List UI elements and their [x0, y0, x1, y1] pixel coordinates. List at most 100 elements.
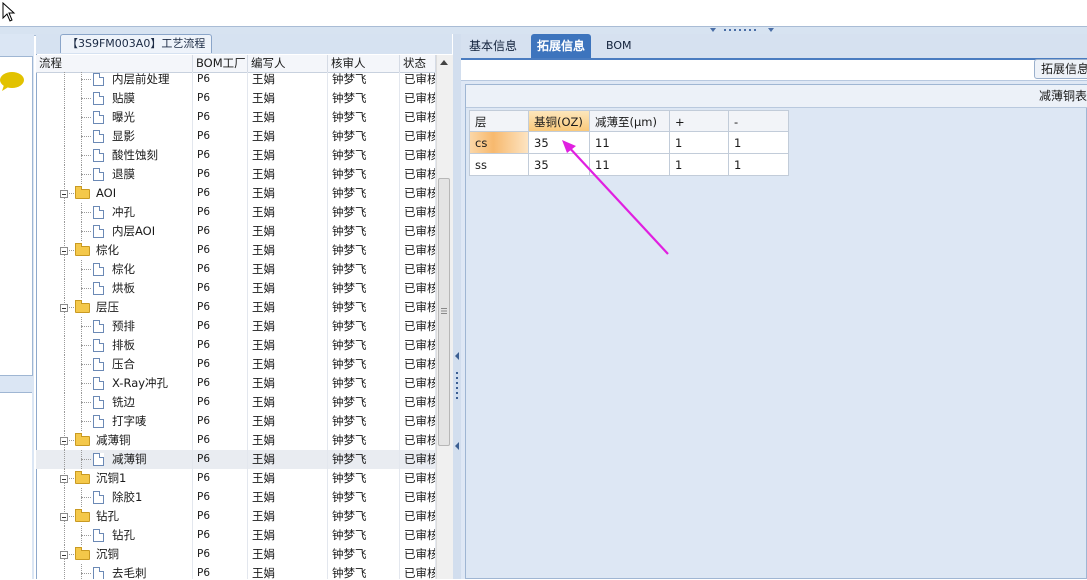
tree-node-cell[interactable]: 铣边: [36, 393, 193, 412]
tree-row[interactable]: 退膜 P6 王娟 钟梦飞 已审核: [36, 165, 436, 184]
tree-row[interactable]: 曝光 P6 王娟 钟梦飞 已审核: [36, 108, 436, 127]
collapse-toggle-icon[interactable]: [60, 190, 68, 198]
collapse-toggle-icon[interactable]: [60, 247, 68, 255]
grid-header-layer[interactable]: 层: [469, 110, 529, 132]
tree-row[interactable]: 打字唛 P6 王娟 钟梦飞 已审核: [36, 412, 436, 431]
tree-row[interactable]: 内层前处理 P6 王娟 钟梦飞 已审核: [36, 72, 436, 89]
tree-node-label: 内层AOI: [112, 224, 156, 238]
tree-node-cell[interactable]: 减薄铜: [36, 431, 193, 450]
tab-extended-info[interactable]: 拓展信息: [531, 34, 592, 58]
tree-node-cell[interactable]: 显影: [36, 127, 193, 146]
grid-header-plus[interactable]: +: [670, 110, 729, 132]
reviewer-cell: 钟梦飞: [328, 279, 400, 298]
column-header-col-bom-factory[interactable]: BOM工厂: [193, 55, 248, 72]
tree-row[interactable]: 压合 P6 王娟 钟梦飞 已审核: [36, 355, 436, 374]
grid-cell-plus[interactable]: 1: [670, 132, 729, 154]
collapse-toggle-icon[interactable]: [60, 513, 68, 521]
tree-node-cell[interactable]: 钻孔: [36, 507, 193, 526]
grid-header-thin-to[interactable]: 减薄至(μm): [590, 110, 670, 132]
tree-node-cell[interactable]: 去毛刺: [36, 564, 193, 579]
grid-cell-layer[interactable]: cs: [469, 132, 529, 154]
collapse-toggle-icon[interactable]: [60, 551, 68, 559]
column-header-col-reviewer[interactable]: 核审人: [328, 55, 400, 72]
reviewer-cell: 钟梦飞: [328, 203, 400, 222]
splitter-arrows-icon[interactable]: [454, 352, 460, 452]
tree-node-cell[interactable]: 减薄铜: [36, 450, 193, 469]
tree-node-cell[interactable]: 贴膜: [36, 89, 193, 108]
tree-node-cell[interactable]: 冲孔: [36, 203, 193, 222]
tree-node-cell[interactable]: 曝光: [36, 108, 193, 127]
tree-row[interactable]: 减薄铜 P6 王娟 钟梦飞 已审核: [36, 450, 436, 469]
tree-row[interactable]: 内层AOI P6 王娟 钟梦飞 已审核: [36, 222, 436, 241]
tree-node-cell[interactable]: 除胶1: [36, 488, 193, 507]
tree-row[interactable]: 除胶1 P6 王娟 钟梦飞 已审核: [36, 488, 436, 507]
tree-node-cell[interactable]: 酸性蚀刻: [36, 146, 193, 165]
tree-node-label: 铣边: [112, 395, 135, 409]
tree-row[interactable]: X-Ray冲孔 P6 王娟 钟梦飞 已审核: [36, 374, 436, 393]
tree-row[interactable]: 铣边 P6 王娟 钟梦飞 已审核: [36, 393, 436, 412]
column-header-col-writer[interactable]: 编写人: [248, 55, 328, 72]
tree-row[interactable]: 去毛刺 P6 王娟 钟梦飞 已审核: [36, 564, 436, 579]
tree-node-cell[interactable]: 沉铜: [36, 545, 193, 564]
tree-row[interactable]: 棕化 P6 王娟 钟梦飞 已审核: [36, 241, 436, 260]
scroll-up-arrow-icon[interactable]: [436, 55, 452, 71]
splitter-grip-icon[interactable]: [710, 27, 776, 33]
tree-node-cell[interactable]: 棕化: [36, 241, 193, 260]
tab-process-flow[interactable]: 【3S9FM003A0】工艺流程: [60, 34, 213, 53]
tree-row[interactable]: 酸性蚀刻 P6 王娟 钟梦飞 已审核: [36, 146, 436, 165]
tree-connector-line: [81, 98, 91, 99]
tree-row[interactable]: 沉铜 P6 王娟 钟梦飞 已审核: [36, 545, 436, 564]
document-icon: [93, 453, 104, 466]
tab-basic-info[interactable]: 基本信息: [463, 34, 523, 58]
grid-header-minus[interactable]: -: [729, 110, 789, 132]
tree-node-cell[interactable]: 棕化: [36, 260, 193, 279]
collapse-toggle-icon[interactable]: [60, 475, 68, 483]
reviewer-cell: 钟梦飞: [328, 184, 400, 203]
tree-node-label: 曝光: [112, 110, 135, 124]
tree-row[interactable]: 贴膜 P6 王娟 钟梦飞 已审核: [36, 89, 436, 108]
collapse-toggle-icon[interactable]: [60, 304, 68, 312]
grid-cell-minus[interactable]: 1: [729, 132, 789, 154]
bom-factory-cell: P6: [193, 146, 248, 165]
vertical-splitter[interactable]: [453, 34, 461, 579]
tree-row[interactable]: 显影 P6 王娟 钟梦飞 已审核: [36, 127, 436, 146]
tree-row[interactable]: 冲孔 P6 王娟 钟梦飞 已审核: [36, 203, 436, 222]
status-cell: 已审核: [400, 526, 436, 545]
bom-factory-cell: P6: [193, 469, 248, 488]
grid-cell-plus[interactable]: 1: [670, 154, 729, 176]
extended-info-button[interactable]: 拓展信息: [1034, 59, 1087, 79]
tree-row[interactable]: 棕化 P6 王娟 钟梦飞 已审核: [36, 260, 436, 279]
reviewer-cell: 钟梦飞: [328, 127, 400, 146]
tree-node-cell[interactable]: 烘板: [36, 279, 193, 298]
tree-row[interactable]: 层压 P6 王娟 钟梦飞 已审核: [36, 298, 436, 317]
tree-row[interactable]: 钻孔 P6 王娟 钟梦飞 已审核: [36, 507, 436, 526]
tree-node-cell[interactable]: X-Ray冲孔: [36, 374, 193, 393]
tree-node-cell[interactable]: AOI: [36, 184, 193, 203]
tree-row[interactable]: 减薄铜 P6 王娟 钟梦飞 已审核: [36, 431, 436, 450]
tree-row[interactable]: 预排 P6 王娟 钟梦飞 已审核: [36, 317, 436, 336]
tab-bom[interactable]: BOM: [600, 34, 638, 58]
tree-node-cell[interactable]: 沉铜1: [36, 469, 193, 488]
tree-node-cell[interactable]: 内层AOI: [36, 222, 193, 241]
tree-node-cell[interactable]: 压合: [36, 355, 193, 374]
tree-node-cell[interactable]: 打字唛: [36, 412, 193, 431]
tree-row[interactable]: 排板 P6 王娟 钟梦飞 已审核: [36, 336, 436, 355]
tree-node-cell[interactable]: 排板: [36, 336, 193, 355]
chat-bubble-icon[interactable]: [0, 70, 26, 92]
tree-node-cell[interactable]: 层压: [36, 298, 193, 317]
tree-node-cell[interactable]: 预排: [36, 317, 193, 336]
column-header-col-flow[interactable]: 流程: [36, 55, 193, 72]
document-icon: [93, 320, 104, 333]
tree-row[interactable]: 钻孔 P6 王娟 钟梦飞 已审核: [36, 526, 436, 545]
tree-row[interactable]: 烘板 P6 王娟 钟梦飞 已审核: [36, 279, 436, 298]
tree-row[interactable]: 沉铜1 P6 王娟 钟梦飞 已审核: [36, 469, 436, 488]
grid-cell-layer[interactable]: ss: [469, 154, 529, 176]
tree-row[interactable]: AOI P6 王娟 钟梦飞 已审核: [36, 184, 436, 203]
collapse-toggle-icon[interactable]: [60, 437, 68, 445]
tree-node-cell[interactable]: 内层前处理: [36, 72, 193, 89]
column-header-col-status[interactable]: 状态: [400, 55, 436, 72]
tree-node-cell[interactable]: 钻孔: [36, 526, 193, 545]
grid-header-base-copper[interactable]: 基铜(OZ): [529, 110, 590, 132]
tree-node-cell[interactable]: 退膜: [36, 165, 193, 184]
grid-cell-minus[interactable]: 1: [729, 154, 789, 176]
